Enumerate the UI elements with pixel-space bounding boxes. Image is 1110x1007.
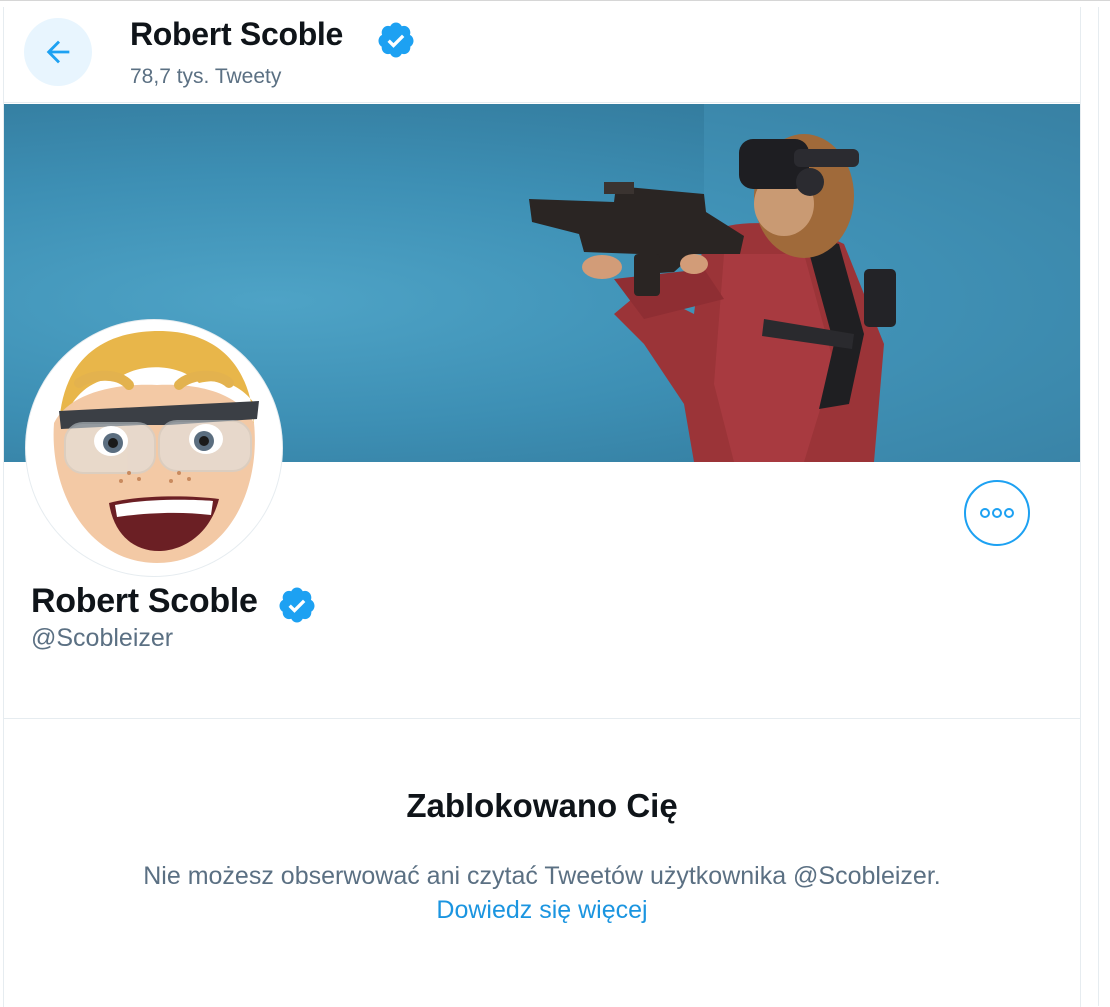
memoji-avatar-image	[29, 323, 279, 573]
sidebar-divider	[1098, 7, 1099, 1006]
header-title: Robert Scoble	[130, 16, 344, 52]
verified-badge-icon	[378, 22, 414, 58]
profile-handle: @Scobleizer	[31, 624, 174, 652]
profile-avatar[interactable]	[26, 320, 282, 576]
blocked-title: Zablokowano Cię	[406, 787, 678, 824]
profile-display-name: Robert Scoble	[31, 582, 258, 620]
arrow-left-icon	[46, 40, 70, 64]
section-divider	[4, 718, 1080, 719]
blocked-message: Nie możesz obserwować ani czytać Tweetów…	[143, 862, 941, 890]
window-top-border	[0, 0, 1110, 7]
more-options-button[interactable]	[964, 480, 1030, 546]
blocked-notice: Zablokowano Cię Nie możesz obserwować an…	[4, 787, 1080, 927]
profile-column: Robert Scoble 78,7 tys. Tweety Robert Sc…	[3, 7, 1081, 1007]
more-dots-icon	[980, 508, 1014, 518]
learn-more-link[interactable]: Dowiedz się więcej	[436, 893, 647, 927]
profile-header: Robert Scoble 78,7 tys. Tweety	[4, 7, 1080, 103]
verified-badge-icon	[279, 587, 315, 623]
back-button[interactable]	[24, 18, 92, 86]
tweet-count: 78,7 tys. Tweety	[130, 65, 282, 88]
